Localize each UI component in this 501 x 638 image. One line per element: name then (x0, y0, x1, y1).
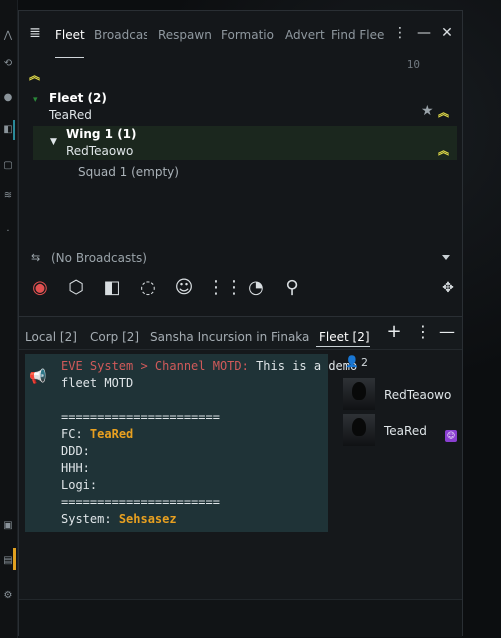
chat-input-area[interactable] (19, 599, 462, 637)
window-icon[interactable]: ▣ (2, 520, 14, 532)
avatar (343, 378, 375, 410)
location-pin-icon[interactable]: ⚲ (279, 275, 305, 301)
fc-value[interactable]: TeaRed (90, 427, 133, 441)
more-options-icon[interactable]: ⋮ (392, 25, 408, 41)
motd-separator-2: ====================== (61, 495, 220, 509)
member-list: 👤 2 RedTeaowo TeaRed ☺ (339, 350, 463, 600)
tab-advert[interactable]: Advert (285, 28, 325, 42)
smiley-icon[interactable]: ☺ (171, 275, 197, 301)
add-tab-icon[interactable]: + (386, 323, 402, 341)
motd-line-1: EVE System > Channel MOTD: This is a dem… (61, 359, 357, 373)
member-count-icon: 👤 (345, 355, 359, 368)
star-icon[interactable]: ★ (421, 103, 434, 119)
fleet-tabbar: ≣ Fleet Broadcas Respawn Formatio Advert… (19, 11, 462, 57)
fleet-chat-window: ≣ Fleet Broadcas Respawn Formatio Advert… (18, 10, 463, 637)
move-icon[interactable]: ✥ (435, 275, 461, 301)
system-value[interactable]: Sehsasez (119, 512, 177, 526)
motd-text-2: fleet MOTD (61, 376, 134, 390)
chevron-icon[interactable]: ⋀ (2, 30, 14, 42)
avatar (343, 414, 375, 446)
hhh-label: HHH: (61, 461, 90, 475)
broadcast-history-icon: ⇆ (31, 251, 41, 264)
member-count: 2 (361, 356, 368, 369)
broadcasts-dropdown[interactable]: (No Broadcasts) (51, 251, 147, 265)
member-name: RedTeaowo (384, 388, 452, 402)
motd-message: 📢 EVE System > Channel MOTD: This is a d… (25, 354, 357, 532)
fleet-member-badge-icon: ☺ (445, 430, 457, 442)
tab-find-fleet[interactable]: Find Flee (331, 28, 384, 42)
member-name: TeaRed (384, 424, 427, 438)
shield-plus-icon[interactable]: ◧ (99, 275, 125, 301)
tab-underline (55, 57, 84, 58)
tab-fleet[interactable]: Fleet (55, 28, 85, 42)
tab-local[interactable]: Local [2] (25, 330, 77, 344)
fleet-commander[interactable]: TeaRed (49, 108, 92, 122)
tab-broadcasts[interactable]: Broadcas (94, 28, 147, 42)
alert-indicator (13, 548, 16, 570)
stack-icon[interactable]: ≋ (2, 190, 14, 202)
fc-label: FC: (61, 427, 83, 441)
tab-sansha-incursion[interactable]: Sansha Incursion in Finaka (150, 330, 309, 344)
chat-minimize-icon[interactable]: — (439, 324, 455, 340)
grid-icon[interactable]: ⋮⋮ (207, 275, 243, 301)
broadcast-person-icon[interactable]: ◔ (243, 275, 269, 301)
rank-chevron-icon: ︽ (29, 69, 40, 82)
squad-row[interactable]: Squad 1 (empty) (78, 165, 179, 179)
settings-icon[interactable]: ⚙ (2, 590, 14, 602)
tab-respawn[interactable]: Respawn (158, 28, 213, 42)
dot-icon[interactable]: · (2, 226, 14, 238)
fleet-stack-icon[interactable]: ≣ (27, 25, 43, 41)
left-sidebar: ⋀ ⟲ ● ◧ ▢ ≋ · ▣ ▤ ⚙ (0, 0, 18, 638)
chat-icon[interactable]: ▢ (2, 160, 14, 172)
wing-commander[interactable]: RedTeaowo (66, 144, 133, 158)
cube-plus-icon[interactable]: ⬡ (63, 275, 89, 301)
ddd-label: DDD: (61, 444, 90, 458)
eye-icon[interactable]: ◉ (27, 275, 53, 301)
motd-fc-line: FC: TeaRed (61, 427, 133, 441)
motd-system-line: System: Sehsasez (61, 512, 177, 526)
megaphone-icon: 📢 (29, 369, 47, 385)
fleet-tree-marker-icon: ▾ (33, 95, 38, 105)
wing-commander-chevron-icon: ︽ (438, 144, 449, 157)
logi-label: Logi: (61, 478, 98, 492)
chat-options-icon[interactable]: ⋮ (415, 324, 431, 340)
target-plus-icon[interactable]: ◌ (135, 275, 161, 301)
tab-fleet-chat[interactable]: Fleet [2] (319, 330, 370, 344)
fleet-commander-chevron-icon: ︽ (438, 106, 449, 119)
active-indicator (13, 120, 15, 140)
close-icon[interactable]: ✕ (439, 25, 455, 41)
tab-corp[interactable]: Corp [2] (90, 330, 139, 344)
motd-separator-1: ====================== (61, 410, 220, 424)
wing-title[interactable]: Wing 1 (1) (66, 127, 137, 141)
fleet-counter: 10 (406, 58, 420, 71)
minimize-icon[interactable]: — (416, 25, 432, 41)
fleet-panel: ≣ Fleet Broadcas Respawn Formatio Advert… (19, 11, 462, 316)
dropdown-arrow-icon[interactable] (442, 255, 450, 260)
wing-collapse-icon[interactable]: ▼ (50, 137, 57, 147)
fleet-title[interactable]: Fleet (2) (49, 91, 107, 105)
chat-tab-underline (316, 346, 370, 347)
tab-formations[interactable]: Formatio (221, 28, 276, 42)
route-icon[interactable]: ⟲ (2, 58, 14, 70)
system-label: System: (61, 512, 112, 526)
member-row[interactable]: RedTeaowo (343, 378, 463, 412)
pin-icon[interactable]: ● (2, 92, 14, 104)
motd-prefix: EVE System > Channel MOTD: (61, 359, 249, 373)
member-row[interactable]: TeaRed ☺ (343, 414, 463, 448)
